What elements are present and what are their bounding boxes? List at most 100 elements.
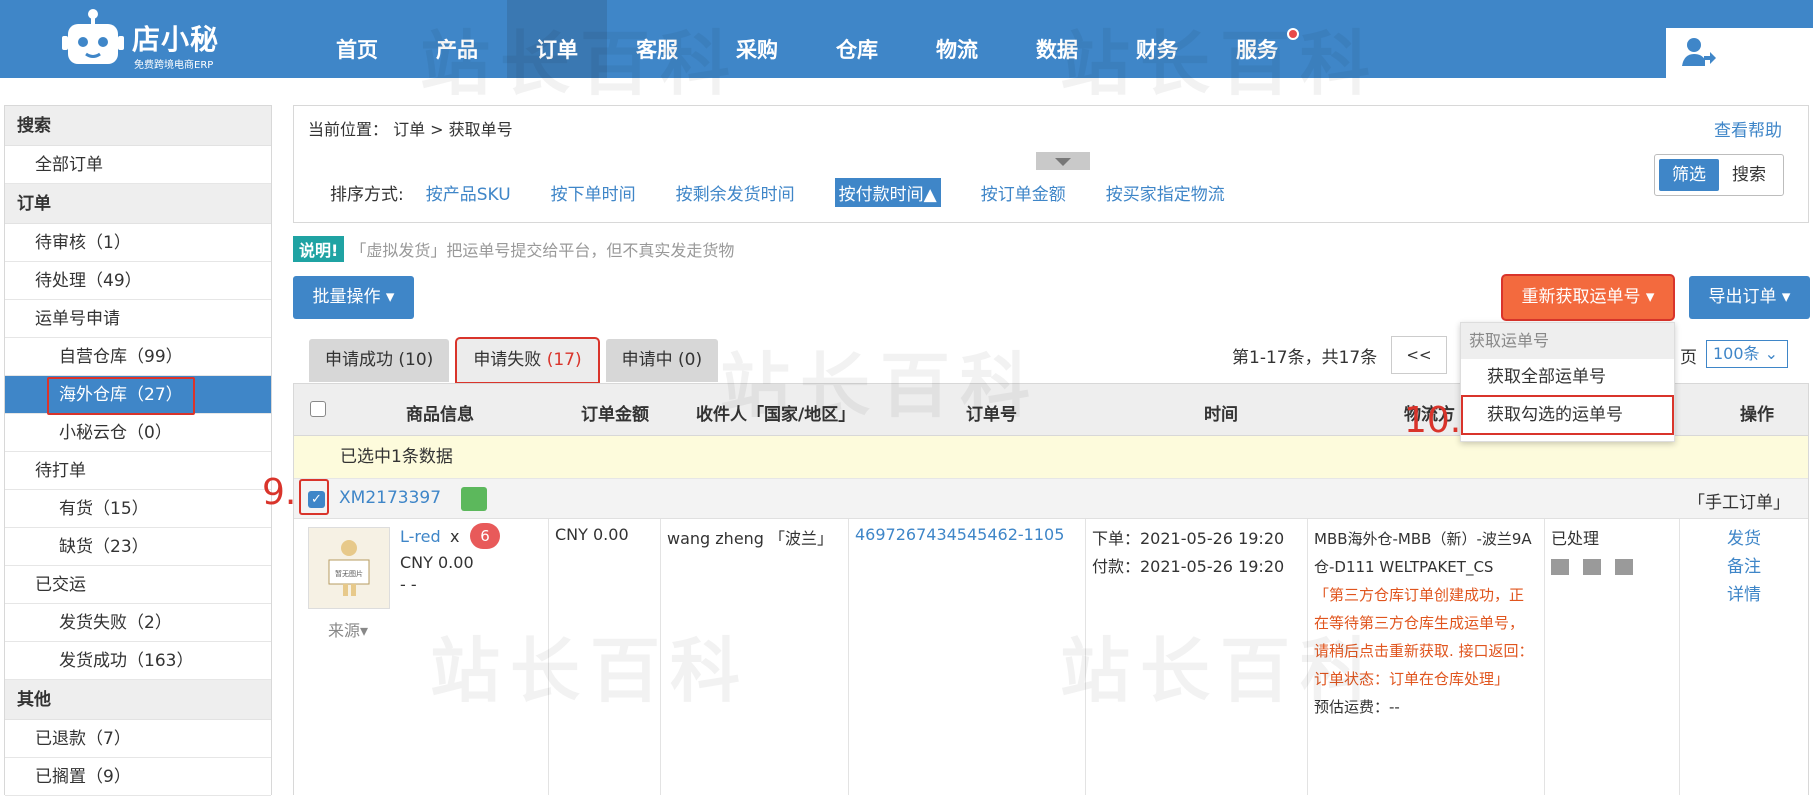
collapse-handle[interactable] [1036, 152, 1090, 170]
no-image-label: 暂无图片 [335, 569, 363, 578]
breadcrumb: 当前位置： 订单 > 获取单号 [308, 120, 513, 139]
sort-by-sku[interactable]: 按产品SKU [426, 180, 511, 205]
filter-search-toggle: 筛选 搜索 [1654, 154, 1784, 196]
cell-product: 暂无图片 来源▾ L-red x 6 CNY 0.00 - - [294, 519, 549, 795]
export-orders-button[interactable]: 导出订单 ▾ [1689, 276, 1810, 319]
sidebar-item-in-stock[interactable]: 有货（15） [5, 490, 271, 528]
top-navbar: 店小秘 免费跨境电商ERP 首页 产品 订单 客服 采购 仓库 物流 数据 财务… [0, 0, 1813, 78]
sort-by-order-time[interactable]: 按下单时间 [551, 180, 636, 205]
sidebar-item-tracking-apply[interactable]: 运单号申请 [5, 300, 271, 338]
sidebar-item-own-warehouse[interactable]: 自营仓库（99） [5, 338, 271, 376]
filter-tab[interactable]: 筛选 [1659, 159, 1719, 191]
logo[interactable]: 店小秘 免费跨境电商ERP [62, 8, 252, 71]
barcode-icon[interactable] [1583, 559, 1601, 575]
product-thumbnail[interactable]: 暂无图片 [308, 527, 390, 609]
nav-customer-service[interactable]: 客服 [607, 0, 707, 78]
sort-by-pay-time[interactable]: 按付款时间▲ [834, 178, 941, 207]
sort-label: 排序方式: [330, 185, 404, 205]
nav-data[interactable]: 数据 [1007, 0, 1107, 78]
get-all-tracking-item[interactable]: 获取全部运单号 [1461, 359, 1674, 395]
sort-by-remaining-time[interactable]: 按剩余发货时间 [676, 180, 795, 205]
sidebar-item-ship-success[interactable]: 发货成功（163） [5, 642, 271, 680]
tab-applying[interactable]: 申请中 (0) [605, 339, 719, 382]
pager-info: 第1-17条，共17条 [1232, 348, 1378, 368]
sidebar-item-to-print[interactable]: 待打单 [5, 452, 271, 490]
sidebar-item-label: 待处理 [35, 271, 86, 291]
nav-order[interactable]: 订单 [507, 0, 607, 78]
per-page-select[interactable]: 100条 ⌄ [1706, 340, 1788, 368]
sidebar-item-on-hold[interactable]: 已搁置（9） [5, 758, 271, 796]
nav-home[interactable]: 首页 [307, 0, 407, 78]
nav-finance[interactable]: 财务 [1107, 0, 1207, 78]
sidebar-item-count: （7） [86, 729, 131, 749]
cell-time: 下单：2021-05-26 19:20 付款：2021-05-26 19:20 [1086, 519, 1308, 795]
user-menu[interactable] [1666, 28, 1813, 78]
tab-count: (17) [546, 350, 582, 370]
sidebar-item-label: 发货失败 [59, 613, 127, 633]
order-number-link[interactable]: XM2173397 [339, 488, 441, 508]
sidebar-item-count: （2） [127, 613, 172, 633]
batch-operation-button[interactable]: 批量操作 ▾ [293, 276, 414, 319]
source-dropdown[interactable]: 来源▾ [328, 617, 368, 641]
nav-logistics[interactable]: 物流 [907, 0, 1007, 78]
sidebar-item-pending-review[interactable]: 待审核（1） [5, 224, 271, 262]
action-ship[interactable]: 发货 [1686, 525, 1802, 553]
nav-warehouse[interactable]: 仓库 [807, 0, 907, 78]
nav-product[interactable]: 产品 [407, 0, 507, 78]
sidebar-item-label: 有货 [59, 499, 93, 519]
cell-receiver: wang zheng 「波兰」 [661, 519, 849, 795]
copy-icon[interactable] [1551, 559, 1569, 575]
sort-by-buyer-logistics[interactable]: 按买家指定物流 [1106, 180, 1225, 205]
col-actions: 操作 [1740, 405, 1774, 425]
sort-by-amount[interactable]: 按订单金额 [981, 180, 1066, 205]
notice: 说明! 「虚拟发货」把运单号提交给平台，但不真实发走货物 [293, 236, 734, 262]
help-link[interactable]: 查看帮助 [1714, 116, 1782, 141]
pager-first-button[interactable]: << [1391, 336, 1447, 374]
selected-count-row: 已选中1条数据 [294, 436, 1808, 479]
check-icon[interactable] [1615, 559, 1633, 575]
status-tabs: 申请成功 (10) 申请失败 (17) 申请中 (0) [309, 339, 726, 382]
green-tag-icon[interactable] [461, 487, 487, 511]
sidebar-item-ship-failed[interactable]: 发货失败（2） [5, 604, 271, 642]
sidebar-item-out-of-stock[interactable]: 缺货（23） [5, 528, 271, 566]
sidebar-item-label: 缺货 [59, 537, 93, 557]
regain-tracking-button[interactable]: 重新获取运单号 ▾ [1503, 276, 1673, 319]
sidebar-item-cloud-warehouse[interactable]: 小秘云仓（0） [5, 414, 271, 452]
order-time: 下单：2021-05-26 19:20 [1092, 529, 1285, 548]
tab-apply-failed[interactable]: 申请失败 (17) [457, 339, 598, 382]
tab-label: 申请成功 [325, 350, 393, 370]
sidebar-item-pending[interactable]: 待处理（49） [5, 262, 271, 300]
sku-link[interactable]: L-red [400, 527, 441, 546]
action-note[interactable]: 备注 [1686, 553, 1802, 581]
highlight-box [299, 479, 329, 515]
sidebar-item-label: 待审核 [35, 233, 86, 253]
sidebar-item-label: 运单号申请 [35, 309, 120, 329]
get-selected-tracking-item[interactable]: 获取勾选的运单号 [1463, 397, 1672, 433]
cell-actions: 发货 备注 详情 [1680, 519, 1808, 795]
action-detail[interactable]: 详情 [1686, 581, 1802, 609]
filter-panel: 当前位置： 订单 > 获取单号 查看帮助 排序方式: 按产品SKU 按下单时间 … [293, 105, 1809, 223]
sidebar-item-shipped[interactable]: 已交运 [5, 566, 271, 604]
nav-purchase[interactable]: 采购 [707, 0, 807, 78]
sidebar-item-count: （49） [86, 271, 142, 291]
order-amount: CNY 0.00 [555, 525, 629, 544]
col-receiver: 收件人「国家/地区」 [696, 405, 856, 425]
sidebar-item-count: （23） [93, 537, 149, 557]
tab-apply-success[interactable]: 申请成功 (10) [309, 339, 450, 382]
order-id-link[interactable]: 4697267434545462-1105 [855, 525, 1064, 544]
estimated-freight: 预估运费：-- [1314, 698, 1400, 716]
sidebar: 搜索 全部订单 订单 待审核（1） 待处理（49） 运单号申请 自营仓库（99）… [4, 105, 272, 796]
regain-dropdown-menu: 获取运单号 获取全部运单号 获取勾选的运单号 [1460, 322, 1675, 442]
nav-service[interactable]: 服务 [1207, 0, 1307, 78]
sidebar-head-order: 订单 [5, 184, 271, 224]
dropdown-head: 获取运单号 [1461, 323, 1674, 359]
sidebar-item-all-orders[interactable]: 全部订单 [5, 146, 271, 184]
cell-logistics: MBB海外仓-MBB（新）-波兰9A仓-D111 WELTPAKET_CS 「第… [1308, 519, 1545, 795]
select-all-checkbox[interactable] [310, 401, 326, 417]
sidebar-item-refunded[interactable]: 已退款（7） [5, 720, 271, 758]
search-tab[interactable]: 搜索 [1719, 159, 1779, 191]
sidebar-item-overseas-warehouse[interactable]: 海外仓库（27） [5, 376, 271, 415]
sidebar-item-label: 小秘云仓 [59, 423, 127, 443]
sidebar-item-count: （1） [86, 233, 131, 253]
quantity-badge: 6 [470, 523, 500, 549]
